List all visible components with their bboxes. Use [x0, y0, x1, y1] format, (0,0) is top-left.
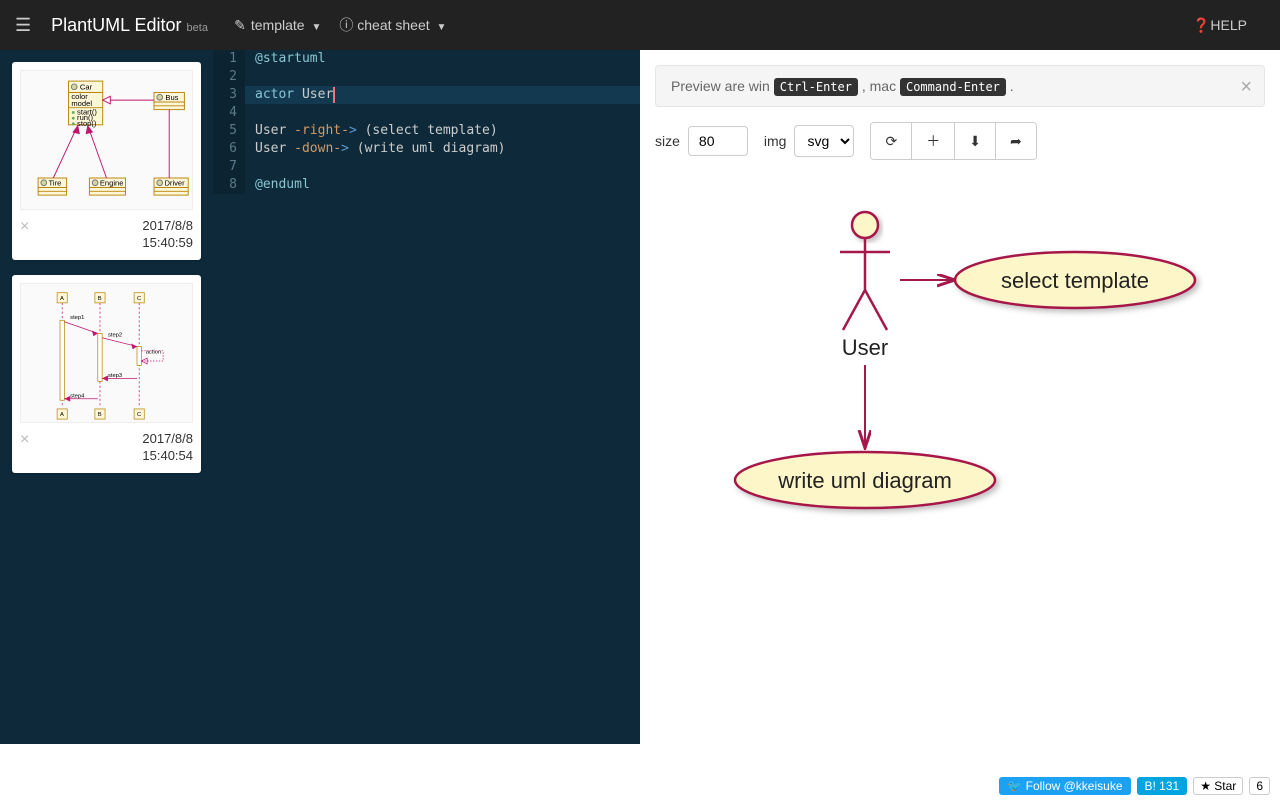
- alert-text: Preview are win: [671, 78, 770, 94]
- card-timestamp: 2017/8/8 15:40:54: [142, 431, 193, 465]
- svg-text:B: B: [98, 412, 102, 418]
- content: Car color model start() run() stop() Bus: [0, 50, 1280, 744]
- delete-card-button[interactable]: ×: [20, 218, 29, 236]
- close-alert-button[interactable]: ×: [1240, 76, 1252, 99]
- footer-bar: 🐦 Follow @kkeisuke B! 131 ★ Star 6: [0, 772, 1280, 800]
- template-menu-label: template: [251, 17, 305, 33]
- github-star-button[interactable]: ★ Star: [1193, 777, 1243, 795]
- svg-text:step1: step1: [70, 315, 84, 321]
- preview-toolbar: size img svg ⟳ ＋ ⬇ ➦: [655, 122, 1265, 160]
- svg-text:Engine: Engine: [100, 179, 124, 188]
- plus-icon: ＋: [926, 133, 940, 149]
- sidebar: Car color model start() run() stop() Bus: [0, 50, 213, 744]
- svg-text:Car: Car: [80, 83, 93, 92]
- refresh-button[interactable]: ⟳: [871, 123, 911, 159]
- kbd-mac: Command-Enter: [900, 78, 1006, 96]
- alert-text: .: [1010, 78, 1014, 94]
- code-editor[interactable]: 1@startuml 2 3actor User 4 5User -right-…: [213, 50, 640, 744]
- uml-diagram: User select template write uml diagram: [655, 180, 1265, 580]
- size-label: size: [655, 133, 680, 149]
- alert-text: , mac: [862, 78, 896, 94]
- img-format-select[interactable]: svg: [794, 125, 854, 157]
- svg-text:stop(): stop(): [77, 119, 97, 128]
- preview-panel: Preview are win Ctrl-Enter , mac Command…: [640, 50, 1280, 744]
- cheatsheet-menu-label: cheat sheet: [357, 17, 429, 33]
- brand-text: PlantUML Editor: [51, 15, 181, 35]
- app-title: PlantUML Editor beta: [51, 15, 208, 36]
- hatena-badge[interactable]: B! 131: [1137, 777, 1188, 795]
- svg-text:A: A: [60, 412, 64, 418]
- kbd-win: Ctrl-Enter: [774, 78, 858, 96]
- delete-card-button[interactable]: ×: [20, 431, 29, 449]
- help-icon: ❓: [1193, 17, 1207, 34]
- card-timestamp: 2017/8/8 15:40:59: [142, 218, 193, 252]
- thumbnail-sequence: A B C step1 step2: [20, 283, 193, 423]
- help-button[interactable]: ❓ HELP: [1193, 17, 1247, 34]
- preview-hint-alert: Preview are win Ctrl-Enter , mac Command…: [655, 65, 1265, 107]
- history-card[interactable]: A B C step1 step2: [12, 275, 201, 473]
- toolbar-buttons: ⟳ ＋ ⬇ ➦: [870, 122, 1036, 160]
- beta-badge: beta: [187, 22, 208, 34]
- github-star-count: 6: [1249, 777, 1270, 795]
- menu-icon[interactable]: ☰: [15, 15, 31, 36]
- share-button[interactable]: ➦: [995, 123, 1036, 159]
- svg-text:C: C: [137, 296, 141, 302]
- svg-text:step2: step2: [108, 332, 122, 338]
- cheatsheet-menu[interactable]: ⓘ cheat sheet ▼: [339, 15, 446, 35]
- svg-text:Tire: Tire: [49, 179, 62, 188]
- navbar: ☰ PlantUML Editor beta ✎ template ▼ ⓘ ch…: [0, 0, 1280, 50]
- svg-text:select template: select template: [1001, 268, 1149, 293]
- svg-text:User: User: [842, 335, 888, 360]
- refresh-icon: ⟳: [885, 133, 897, 149]
- img-label: img: [764, 133, 787, 149]
- svg-text:C: C: [137, 412, 141, 418]
- svg-text:write uml diagram: write uml diagram: [777, 468, 952, 493]
- history-card[interactable]: Car color model start() run() stop() Bus: [12, 62, 201, 260]
- twitter-follow-button[interactable]: 🐦 Follow @kkeisuke: [999, 777, 1130, 795]
- share-icon: ➦: [1010, 133, 1022, 149]
- svg-text:B: B: [98, 296, 102, 302]
- svg-text:Driver: Driver: [164, 179, 185, 188]
- add-button[interactable]: ＋: [911, 123, 954, 159]
- template-menu[interactable]: ✎ template ▼: [233, 17, 321, 34]
- edit-icon: ✎: [233, 17, 247, 34]
- caret-icon: ▼: [437, 22, 447, 33]
- thumbnail-classdiagram: Car color model start() run() stop() Bus: [20, 70, 193, 210]
- download-button[interactable]: ⬇: [954, 123, 995, 159]
- size-input[interactable]: [688, 126, 748, 156]
- help-label: HELP: [1210, 17, 1247, 33]
- info-icon: ⓘ: [339, 15, 353, 35]
- svg-text:Bus: Bus: [165, 93, 178, 102]
- caret-icon: ▼: [311, 22, 321, 33]
- download-icon: ⬇: [969, 133, 981, 149]
- svg-text:A: A: [60, 296, 64, 302]
